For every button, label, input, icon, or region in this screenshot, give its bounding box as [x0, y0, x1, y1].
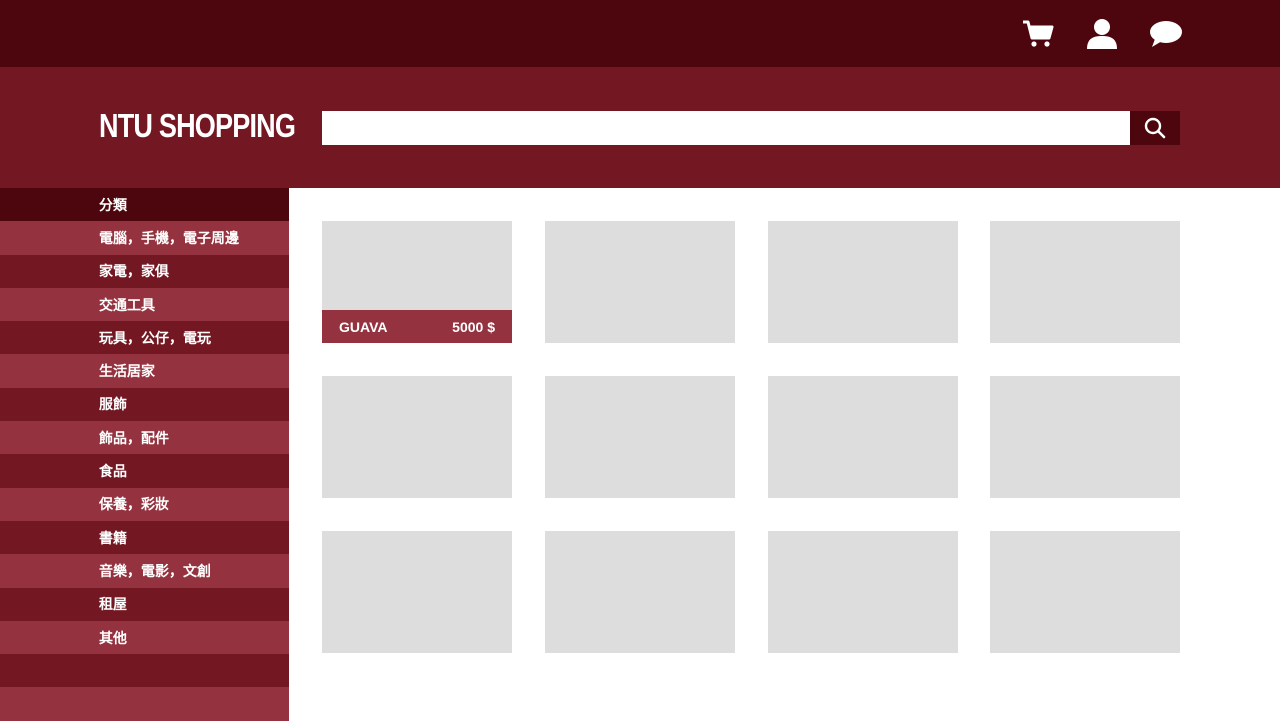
- product-card[interactable]: [322, 531, 512, 653]
- category-item-clothing[interactable]: 服飾: [0, 387, 289, 422]
- category-item-books[interactable]: 書籍: [0, 520, 289, 555]
- header: NTU SHOPPING: [0, 67, 1280, 188]
- category-item-appliances[interactable]: 家電，家俱: [0, 254, 289, 288]
- user-icon[interactable]: [1085, 17, 1119, 51]
- product-card[interactable]: [545, 531, 735, 653]
- product-card[interactable]: [990, 221, 1180, 343]
- category-item-rental[interactable]: 租屋: [0, 587, 289, 621]
- category-item-home[interactable]: 生活居家: [0, 354, 289, 388]
- product-card[interactable]: [768, 531, 958, 653]
- product-info-bar: GUAVA 5000 $: [322, 310, 512, 343]
- category-item-other[interactable]: 其他: [0, 620, 289, 655]
- category-heading: 分類: [0, 188, 289, 222]
- category-item-vehicles[interactable]: 交通工具: [0, 287, 289, 322]
- product-card[interactable]: [768, 221, 958, 343]
- search-button[interactable]: [1130, 111, 1180, 145]
- search-input[interactable]: [322, 111, 1130, 145]
- product-card[interactable]: [990, 531, 1180, 653]
- site-logo[interactable]: NTU SHOPPING: [99, 107, 296, 145]
- category-item-food[interactable]: 食品: [0, 454, 289, 488]
- search-icon: [1144, 117, 1166, 139]
- product-card[interactable]: [545, 376, 735, 498]
- category-item-toys[interactable]: 玩具，公仔，電玩: [0, 321, 289, 355]
- product-name: GUAVA: [339, 318, 388, 335]
- chat-icon[interactable]: [1149, 17, 1183, 51]
- product-card[interactable]: [322, 376, 512, 498]
- product-price: 5000 $: [452, 318, 495, 335]
- top-bar: [0, 0, 1280, 67]
- sidebar-filler: [0, 687, 289, 721]
- product-card[interactable]: [545, 221, 735, 343]
- category-item-accessories[interactable]: 飾品，配件: [0, 421, 289, 455]
- category-sidebar: 分類 電腦，手機，電子周邊 家電，家俱 交通工具 玩具，公仔，電玩 生活居家 服…: [0, 188, 289, 721]
- product-card[interactable]: [990, 376, 1180, 498]
- category-item-beauty[interactable]: 保養，彩妝: [0, 487, 289, 521]
- sidebar-filler: [0, 654, 289, 688]
- category-item-electronics[interactable]: 電腦，手機，電子周邊: [0, 221, 289, 255]
- product-card[interactable]: [768, 376, 958, 498]
- category-item-media[interactable]: 音樂，電影，文創: [0, 554, 289, 588]
- product-card[interactable]: GUAVA 5000 $: [322, 221, 512, 343]
- cart-icon[interactable]: [1021, 17, 1055, 51]
